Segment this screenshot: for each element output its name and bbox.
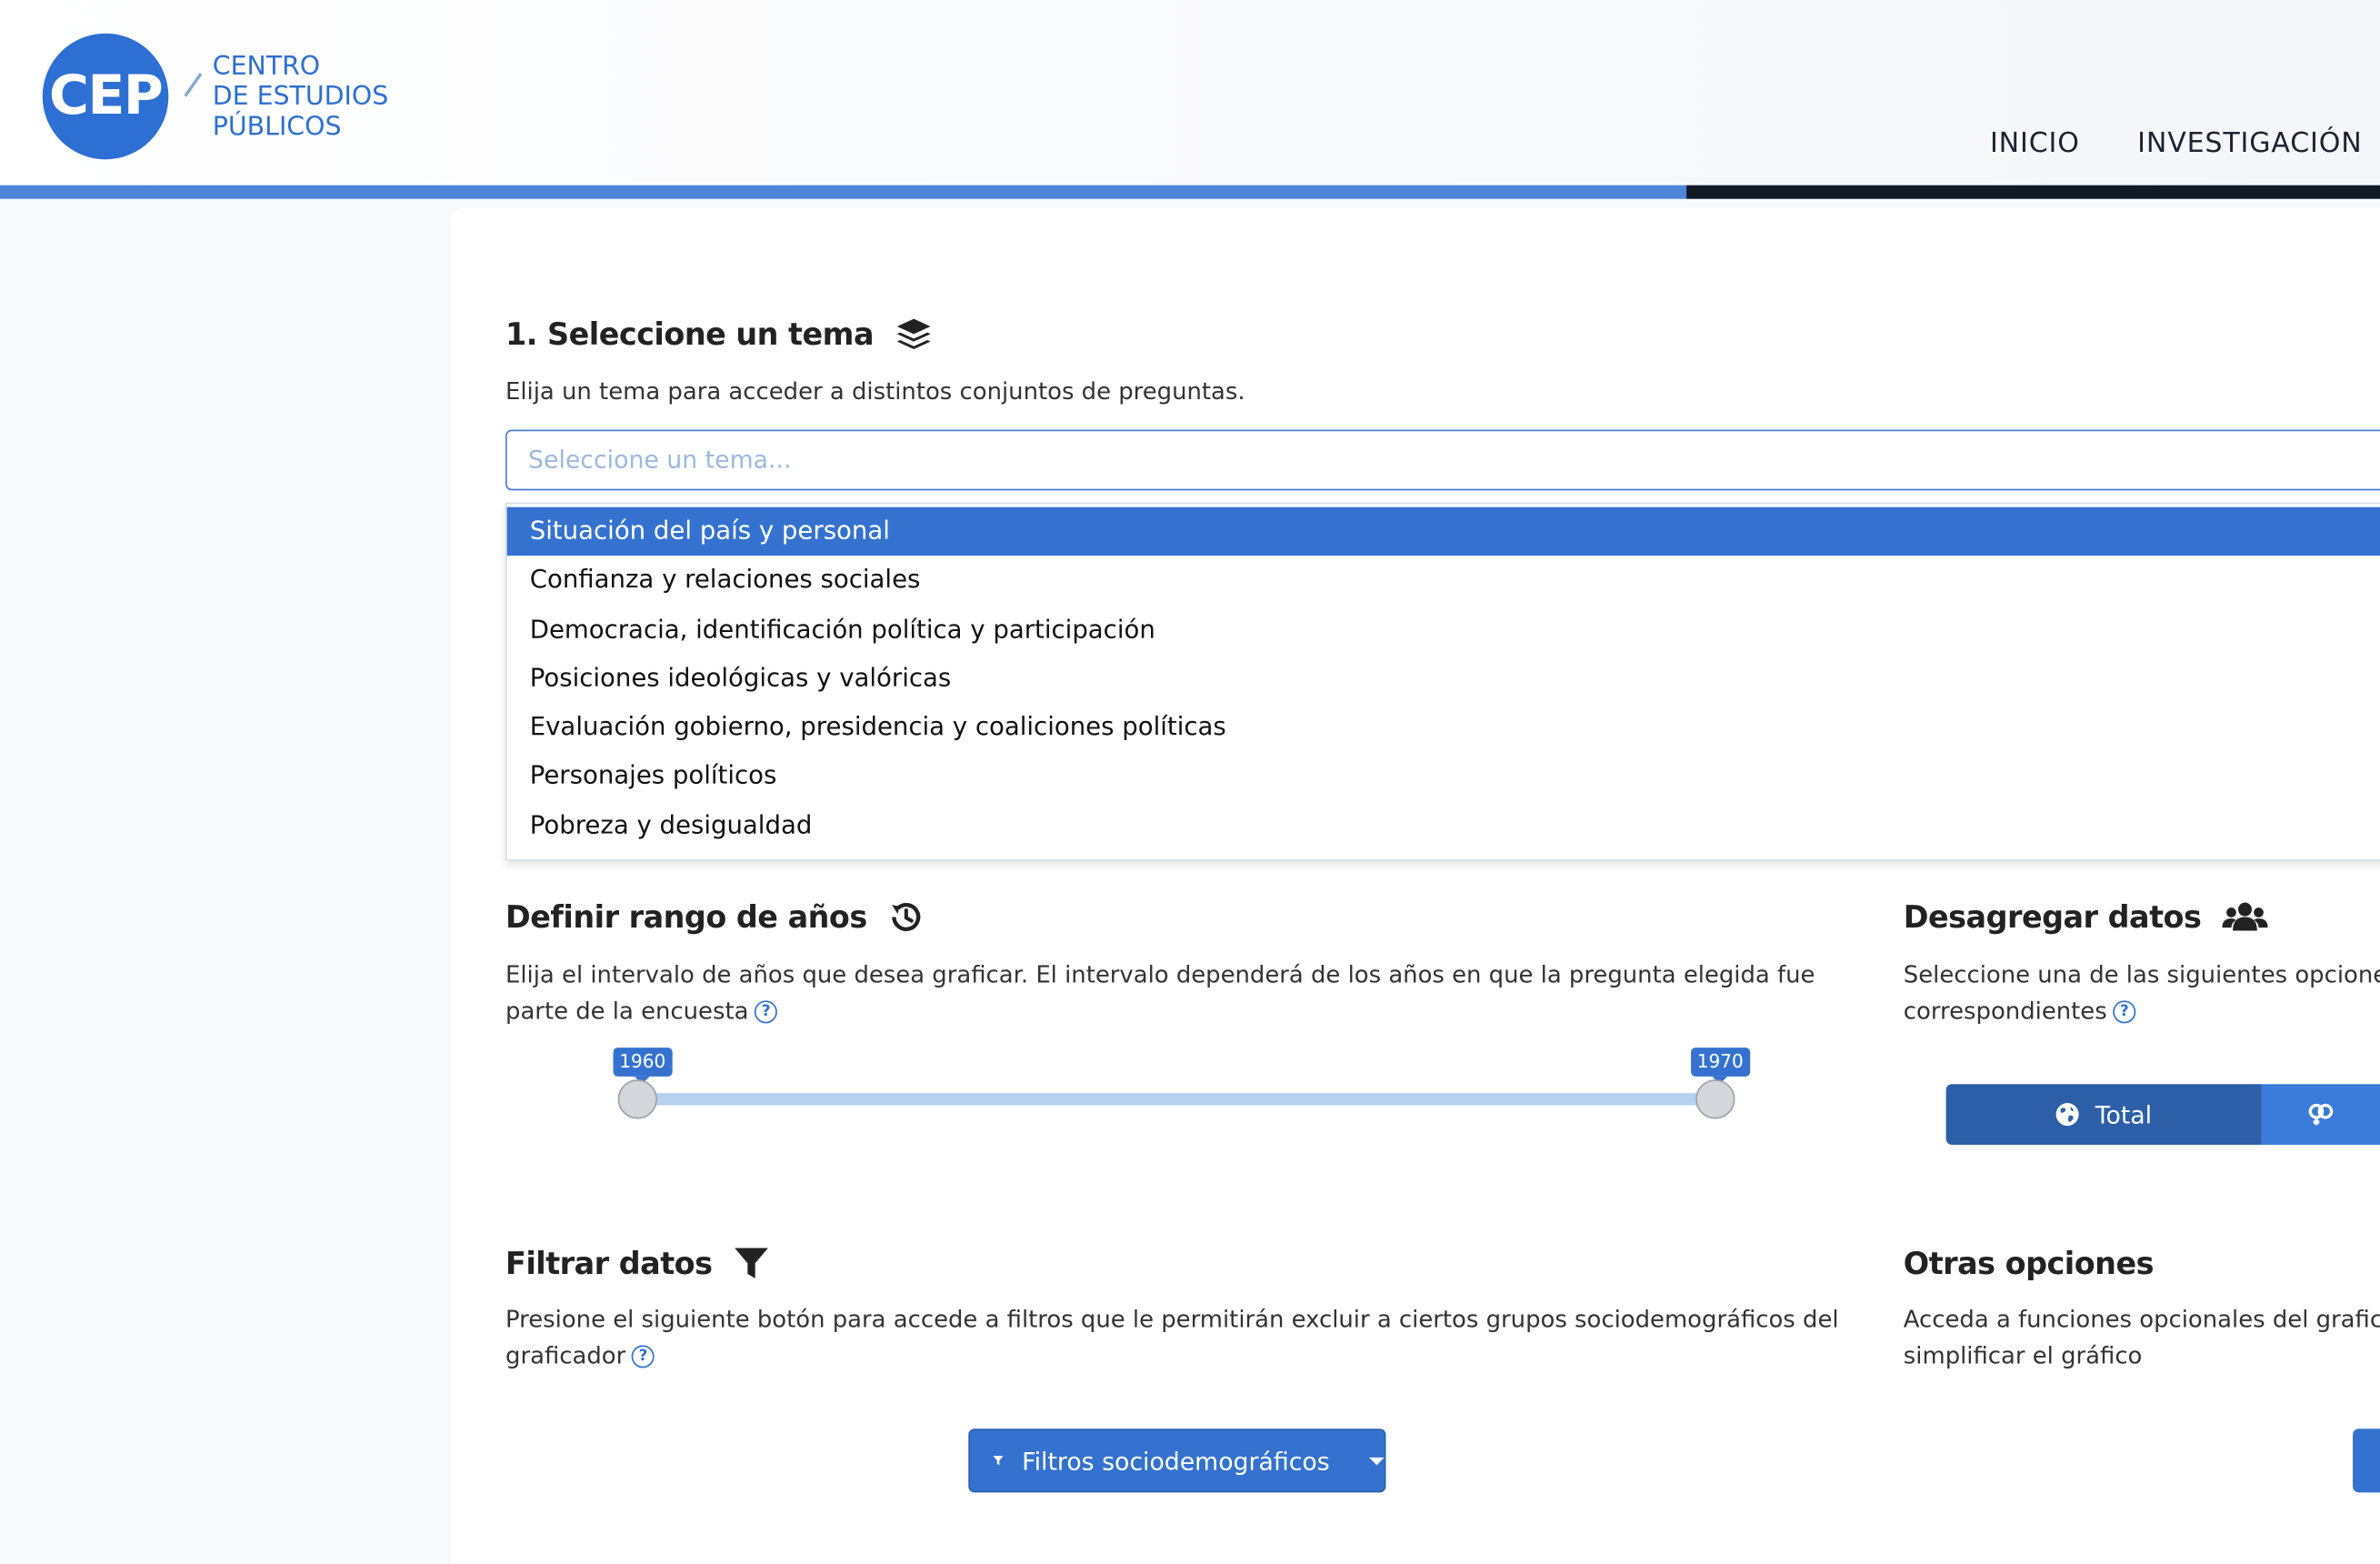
tema-option-confianza[interactable]: Confianza y relaciones sociales xyxy=(507,556,2380,606)
tema-option-pobreza[interactable]: Pobreza y desigualdad xyxy=(507,801,2380,850)
tema-option-evaluacion[interactable]: Evaluación gobierno, presidencia y coali… xyxy=(507,703,2380,752)
otras-description: Acceda a funciones opcionales del grafic… xyxy=(1903,1305,2380,1370)
year-slider-track[interactable] xyxy=(637,1093,1717,1106)
filtrar-description-text: Presione el siguiente botón para accede … xyxy=(505,1305,1839,1370)
desagregar-description-text: Seleccione una de las siguientes opcione… xyxy=(1903,960,2380,1026)
tema-option-situacion[interactable]: Situación del país y personal xyxy=(506,506,2380,556)
site-header: CEP CENTRO DE ESTUDIOS PÚBLICOS INICIO I… xyxy=(0,0,2380,185)
history-icon xyxy=(892,903,921,932)
filtrar-title: Filtrar datos xyxy=(505,1245,713,1282)
desagregar-title: Desagregar datos xyxy=(1903,898,2202,936)
logo-wordmark[interactable]: CENTRO DE ESTUDIOS PÚBLICOS xyxy=(213,52,388,143)
tema-select[interactable]: Seleccione un tema... xyxy=(505,429,2380,491)
logo-line-1: CENTRO xyxy=(212,51,321,83)
tema-title: 1. Seleccione un tema xyxy=(505,316,874,353)
rango-heading: Definir rango de años xyxy=(505,898,925,936)
otras-heading: Otras opciones xyxy=(1903,1245,2155,1282)
tema-option-democracia[interactable]: Democracia, identificación política y pa… xyxy=(507,606,2380,655)
header-dark-bar xyxy=(1686,185,2380,199)
users-icon xyxy=(2222,902,2268,931)
otras-title: Otras opciones xyxy=(1903,1245,2155,1282)
year-max-tag: 1970 xyxy=(1691,1048,1750,1085)
nav-item-inicio[interactable]: INICIO xyxy=(1990,127,2080,159)
filtrar-heading: Filtrar datos xyxy=(505,1245,770,1281)
globe-icon xyxy=(2056,1103,2080,1127)
desagregar-toggle-group: Total xyxy=(1945,1084,2380,1145)
tema-option-posiciones[interactable]: Posiciones ideológicas y valóricas xyxy=(507,654,2380,703)
total-toggle[interactable]: Total xyxy=(1945,1084,2262,1145)
rango-description-text: Elija el intervalo de años que desea gra… xyxy=(505,960,1815,1026)
desagregar-description: Seleccione una de las siguientes opcione… xyxy=(1904,957,2380,1029)
year-min-handle[interactable] xyxy=(617,1079,657,1119)
year-max-handle[interactable] xyxy=(1695,1079,1735,1119)
gender-icon xyxy=(2308,1103,2334,1126)
caret-down-icon xyxy=(1369,1457,1385,1465)
rango-description: Elija el intervalo de años que desea gra… xyxy=(505,957,1826,1029)
tema-select-placeholder: Seleccione un tema... xyxy=(528,445,792,474)
year-min-tag: 1960 xyxy=(613,1048,672,1085)
question-icon[interactable]: ? xyxy=(631,1345,655,1368)
filter-icon xyxy=(735,1248,769,1278)
tema-option-personajes[interactable]: Personajes políticos xyxy=(507,752,2380,801)
otras-opciones-button[interactable] xyxy=(2353,1429,2380,1493)
tema-heading: 1. Seleccione un tema xyxy=(505,316,931,352)
logo-line-2: DE ESTUDIOS xyxy=(212,82,389,113)
header-accent-bar xyxy=(0,185,1687,199)
filtrar-description: Presione el siguiente botón para accede … xyxy=(505,1301,1841,1374)
filter-icon xyxy=(993,1456,1004,1466)
tema-description: Elija un tema para acceder a distintos c… xyxy=(505,377,1245,406)
question-icon[interactable]: ? xyxy=(2113,1000,2136,1024)
logo-line-3: PÚBLICOS xyxy=(212,112,342,143)
nav-item-investigacion[interactable]: INVESTIGACIÓN xyxy=(2137,127,2362,159)
desagregar-heading: Desagregar datos xyxy=(1903,898,2268,936)
filtros-sociodemograficos-button[interactable]: Filtros sociodemográficos xyxy=(968,1429,1386,1493)
rango-title: Definir rango de años xyxy=(505,898,867,936)
question-icon[interactable]: ? xyxy=(755,1000,778,1024)
total-toggle-label: Total xyxy=(2095,1099,2153,1129)
cep-logo[interactable]: CEP xyxy=(42,33,169,160)
tema-dropdown-list: Situación del país y personal Confianza … xyxy=(505,502,2380,861)
logo-divider xyxy=(184,73,202,97)
filtros-button-label: Filtros sociodemográficos xyxy=(1022,1446,1330,1476)
gender-toggle[interactable] xyxy=(2261,1084,2380,1145)
main-nav: INICIO INVESTIGACIÓN xyxy=(1990,127,2363,159)
layers-icon xyxy=(896,318,930,350)
